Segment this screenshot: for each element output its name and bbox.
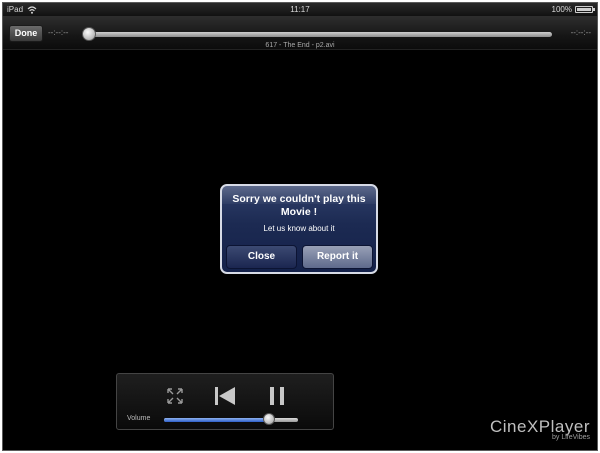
volume-handle[interactable] [262,413,275,425]
status-time: 11:17 [290,5,310,14]
pause-icon[interactable] [268,386,286,406]
volume-label: Volume [127,415,151,422]
close-button[interactable]: Close [226,245,297,269]
time-remaining: --:--:-- [570,28,591,37]
top-toolbar: Done --:--:-- --:--:-- 617 - The End - p… [3,16,597,50]
playback-controls: Volume [116,373,334,430]
fullscreen-icon[interactable] [166,387,184,405]
done-button[interactable]: Done [9,25,43,42]
volume-fill [164,418,269,422]
alert-title: Sorry we couldn't play this Movie ! [232,193,366,218]
brand-logo: CineXPlayer by LifeVibes [490,417,590,441]
status-bar: iPad 11:17 100% [3,3,597,16]
volume-slider[interactable] [164,418,298,422]
file-title: 617 - The End - p2.avi [265,42,335,49]
previous-icon[interactable] [213,386,237,406]
scrub-bar[interactable] [85,32,552,37]
battery-fill [577,8,591,11]
error-alert: Sorry we couldn't play this Movie ! Let … [220,184,378,274]
time-elapsed: --:--:-- [48,28,69,37]
scrub-handle[interactable] [82,27,96,41]
player-screen: iPad 11:17 100% Done --:--:-- --:--:-- 6… [2,2,598,451]
alert-message: Let us know about it [263,224,335,233]
report-button[interactable]: Report it [302,245,373,269]
battery-percent: 100% [551,5,572,14]
status-right: 100% [551,3,595,16]
battery-icon [575,6,595,13]
